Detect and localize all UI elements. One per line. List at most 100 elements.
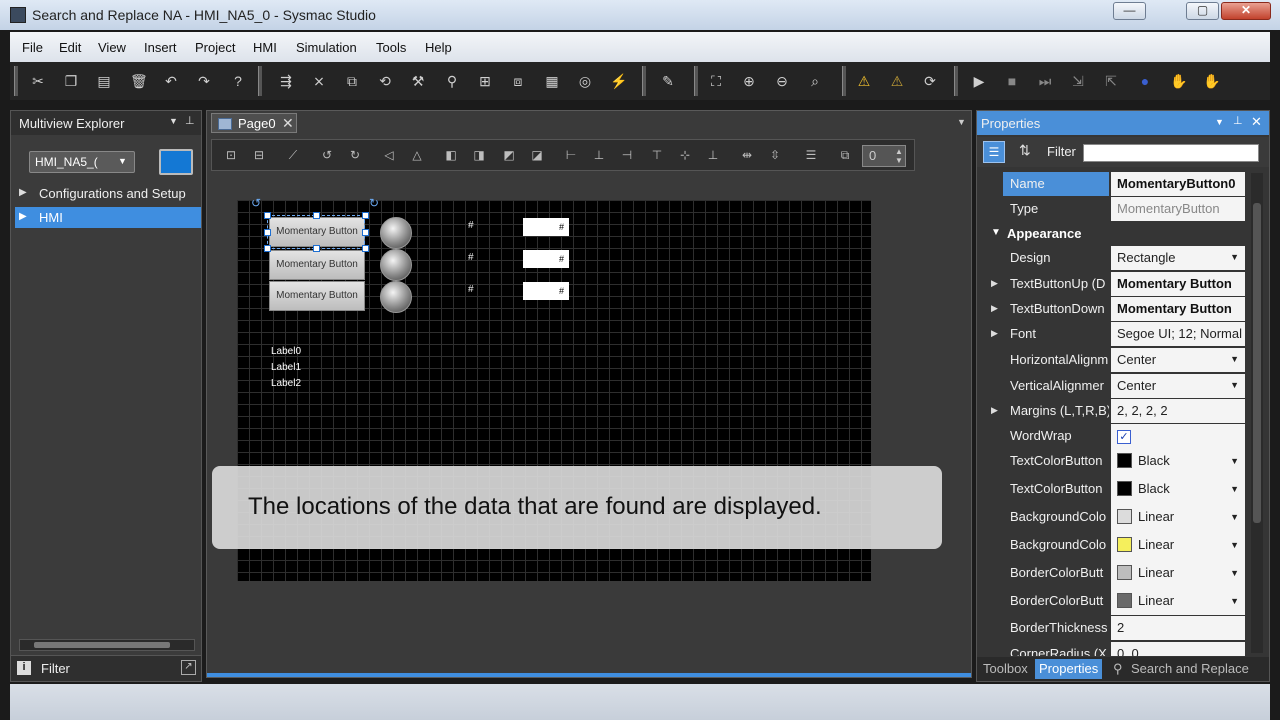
property-value[interactable]: 2, 2, 2, 2 bbox=[1111, 399, 1245, 423]
device-dropdown[interactable]: HMI_NA5_( ▼ bbox=[29, 151, 135, 173]
minimize-button[interactable]: — bbox=[1113, 2, 1146, 20]
expand-arrow-icon[interactable]: ▶ bbox=[991, 405, 998, 416]
align-center-icon[interactable]: ⊥ bbox=[592, 148, 606, 162]
collapse-arrow-icon[interactable]: ▼ bbox=[991, 227, 1001, 238]
menu-file[interactable]: File bbox=[22, 40, 43, 55]
property-value[interactable]: Black ▼ bbox=[1111, 447, 1245, 475]
dropdown-icon[interactable]: ▼ bbox=[169, 116, 178, 126]
io-map-icon[interactable]: ⊞ bbox=[477, 73, 493, 89]
filter-toggle-icon[interactable]: ↗ bbox=[181, 660, 196, 675]
property-value[interactable]: 2 bbox=[1111, 616, 1245, 640]
zoom-out-icon[interactable]: ⊖ bbox=[774, 73, 790, 89]
momentary-button-2[interactable]: Momentary Button bbox=[269, 281, 365, 311]
menu-tools[interactable]: Tools bbox=[376, 40, 406, 55]
distribute-vertical-icon[interactable]: ⇳ bbox=[768, 148, 782, 162]
order-icon[interactable]: ☰ bbox=[804, 148, 818, 162]
step-out-icon[interactable]: ⇱ bbox=[1103, 73, 1119, 89]
align-bottom-icon[interactable]: ⊥ bbox=[706, 148, 720, 162]
selection-handle[interactable] bbox=[264, 245, 271, 252]
bring-forward-icon[interactable]: ◨ bbox=[472, 148, 486, 162]
selection-handle[interactable] bbox=[264, 229, 271, 236]
bring-front-icon[interactable]: ◧ bbox=[444, 148, 458, 162]
tab-list-icon[interactable]: ▼ bbox=[957, 117, 966, 127]
menu-insert[interactable]: Insert bbox=[144, 40, 177, 55]
tree-item-configurations[interactable]: ▶ Configurations and Setup bbox=[15, 183, 201, 204]
send-back-icon[interactable]: ◪ bbox=[530, 148, 544, 162]
menu-hmi[interactable]: HMI bbox=[253, 40, 277, 55]
property-value[interactable]: Momentary Button bbox=[1111, 272, 1245, 296]
property-value[interactable]: Center ▼ bbox=[1111, 348, 1245, 372]
build-icon[interactable]: ⇶ bbox=[278, 73, 294, 89]
property-value[interactable]: Linear ▼ bbox=[1111, 503, 1245, 531]
momentary-button-1[interactable]: Momentary Button bbox=[269, 250, 365, 280]
properties-scrollbar[interactable] bbox=[1251, 173, 1263, 653]
menu-view[interactable]: View bbox=[98, 40, 126, 55]
reset-icon[interactable]: ⟳ bbox=[922, 73, 938, 89]
property-row-textcolor1[interactable]: TextColorButton Black ▼ bbox=[1003, 447, 1245, 475]
cut-icon[interactable]: ✂ bbox=[30, 73, 46, 89]
expand-arrow-icon[interactable]: ▶ bbox=[19, 187, 27, 198]
synchronize-icon[interactable]: ⟲ bbox=[377, 73, 393, 89]
redo-icon[interactable]: ↷ bbox=[196, 73, 212, 89]
run-icon[interactable]: ▶ bbox=[971, 73, 987, 89]
copy-icon[interactable]: ❐ bbox=[63, 73, 79, 89]
tab-properties[interactable]: Properties bbox=[1035, 659, 1103, 679]
property-value[interactable]: Momentary Button bbox=[1111, 297, 1245, 321]
zoom-in-icon[interactable]: ⊕ bbox=[741, 73, 757, 89]
property-row-borderthickness[interactable]: BorderThickness 2 bbox=[1003, 616, 1245, 640]
expand-arrow-icon[interactable]: ▶ bbox=[991, 278, 998, 289]
property-row-margins[interactable]: ▶ Margins (L,T,R,B) 2, 2, 2, 2 bbox=[991, 399, 1245, 423]
property-row-textbuttonup[interactable]: ▶ TextButtonUp (D Momentary Button bbox=[991, 272, 1245, 296]
close-icon[interactable]: ✕ bbox=[1251, 114, 1262, 130]
filter-label[interactable]: Filter bbox=[41, 661, 70, 676]
property-row-bordercolor2[interactable]: BorderColorButt Linear ▼ bbox=[1003, 587, 1245, 615]
maximize-button[interactable]: ▢ bbox=[1186, 2, 1219, 20]
align-middle-icon[interactable]: ⊹ bbox=[678, 148, 692, 162]
data-display-2[interactable]: # bbox=[468, 284, 474, 295]
undo-icon[interactable]: ↶ bbox=[163, 73, 179, 89]
menu-simulation[interactable]: Simulation bbox=[296, 40, 357, 55]
flip-vertical-icon[interactable]: △ bbox=[410, 148, 424, 162]
tab-search-and-replace[interactable]: Search and Replace bbox=[1127, 659, 1253, 679]
property-value[interactable]: Center ▼ bbox=[1111, 374, 1245, 398]
data-edit-1[interactable]: # bbox=[523, 250, 569, 268]
hand-icon[interactable]: ✋ bbox=[1170, 73, 1187, 89]
expand-arrow-icon[interactable]: ▶ bbox=[991, 303, 998, 314]
selection-handle[interactable] bbox=[313, 245, 320, 252]
search-icon[interactable]: ⚲ bbox=[444, 73, 460, 89]
wordwrap-checkbox[interactable]: ✓ bbox=[1117, 430, 1131, 444]
data-display-1[interactable]: # bbox=[468, 252, 474, 263]
ungroup-icon[interactable]: ⊟ bbox=[252, 148, 266, 162]
property-row-verticalalignment[interactable]: VerticalAlignmer Center ▼ bbox=[1003, 374, 1245, 398]
property-row-font[interactable]: ▶ Font Segoe UI; 12; Normal bbox=[991, 322, 1245, 346]
compare-icon[interactable]: ⨯ bbox=[311, 73, 327, 89]
property-row-design[interactable]: Design Rectangle ▼ bbox=[1003, 246, 1245, 270]
align-right-icon[interactable]: ⊣ bbox=[620, 148, 634, 162]
table-icon[interactable]: ▦ bbox=[544, 73, 560, 89]
lamp-0[interactable] bbox=[380, 217, 412, 249]
selection-handle[interactable] bbox=[362, 212, 369, 219]
data-edit-0[interactable]: # bbox=[523, 218, 569, 236]
rotate-handle-icon[interactable]: ↺ bbox=[251, 196, 261, 210]
group-icon[interactable]: ⊡ bbox=[224, 148, 238, 162]
menu-edit[interactable]: Edit bbox=[59, 40, 81, 55]
property-row-bordercolor1[interactable]: BorderColorButt Linear ▼ bbox=[1003, 559, 1245, 587]
scrollbar-thumb[interactable] bbox=[1253, 203, 1261, 523]
step-icon[interactable]: ⏭ bbox=[1037, 73, 1053, 89]
flip-horizontal-icon[interactable]: ◁ bbox=[382, 148, 396, 162]
menu-project[interactable]: Project bbox=[195, 40, 235, 55]
watch-icon[interactable]: ◎ bbox=[577, 73, 593, 89]
pin-icon[interactable]: ⊥ bbox=[185, 114, 195, 127]
label-0[interactable]: Label0 bbox=[271, 346, 301, 357]
stop-icon[interactable]: ■ bbox=[1004, 73, 1020, 89]
data-display-0[interactable]: # bbox=[468, 220, 474, 231]
data-edit-2[interactable]: # bbox=[523, 282, 569, 300]
expand-arrow-icon[interactable]: ▶ bbox=[991, 328, 998, 339]
distribute-horizontal-icon[interactable]: ⇹ bbox=[740, 148, 754, 162]
rotate-handle-icon[interactable]: ↻ bbox=[369, 196, 379, 210]
property-value[interactable]: Linear ▼ bbox=[1111, 587, 1245, 615]
selection-handle[interactable] bbox=[313, 212, 320, 219]
trace-icon[interactable]: ⚡ bbox=[610, 73, 627, 89]
properties-filter-input[interactable] bbox=[1083, 144, 1259, 162]
selection-handle[interactable] bbox=[264, 212, 271, 219]
